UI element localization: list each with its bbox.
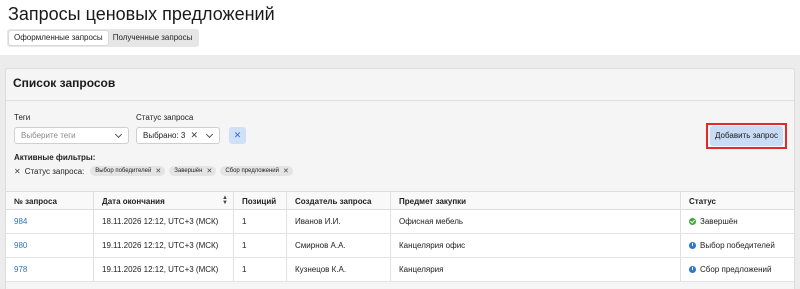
chip-label: Выбор победителей xyxy=(95,168,152,174)
creator-cell: Иванов И.И. xyxy=(286,210,390,233)
status-cell: Завершён xyxy=(680,210,794,233)
clear-filters-button[interactable]: ✕ xyxy=(229,127,246,144)
clock-icon xyxy=(689,242,696,249)
close-icon[interactable]: ✕ xyxy=(206,167,212,175)
column-header-end-date-label: Дата окончания xyxy=(102,197,165,206)
sort-icon[interactable]: ▲ ▼ xyxy=(222,195,228,206)
filter-chip[interactable]: Сбор предложений ✕ xyxy=(220,166,293,176)
close-icon: ✕ xyxy=(233,130,242,140)
request-number-link[interactable]: 984 xyxy=(6,210,93,233)
subject-cell: Офисная мебель xyxy=(390,210,680,233)
chevron-down-icon xyxy=(205,130,214,139)
table-row[interactable]: 980 19.11.2026 12:12, UTC+3 (МСК) 1 Смир… xyxy=(6,234,794,258)
divider xyxy=(6,100,794,101)
chip-label: Завершён xyxy=(174,168,203,174)
request-number-link[interactable]: 980 xyxy=(6,234,93,257)
tags-label: Теги xyxy=(14,113,31,122)
add-request-button[interactable]: Добавить запрос xyxy=(710,126,783,146)
active-filters-row: ✕ Статус запроса: Выбор победителей ✕ Зав… xyxy=(14,166,297,176)
request-number-link[interactable]: 978 xyxy=(6,258,93,281)
end-date-cell: 18.11.2026 12:12, UTC+3 (МСК) xyxy=(93,210,233,233)
status-label: Статус запроса xyxy=(136,113,194,122)
status-text: Выбор победителей xyxy=(700,241,775,250)
tab-received-requests[interactable]: Полученные запросы xyxy=(108,31,198,45)
filter-chip[interactable]: Завершён ✕ xyxy=(169,166,217,176)
column-header-number[interactable]: № запроса xyxy=(6,192,93,209)
tabs: Оформленные запросы Полученные запросы xyxy=(7,29,200,47)
positions-cell: 1 xyxy=(233,234,286,257)
subject-cell: Канцелярия xyxy=(390,258,680,281)
positions-cell: 1 xyxy=(233,210,286,233)
requests-table: № запроса Дата окончания ▲ ▼ Позиций Созда… xyxy=(6,191,794,282)
column-header-end-date[interactable]: Дата окончания ▲ ▼ xyxy=(93,192,233,209)
page-title: Запросы ценовых предложений xyxy=(8,4,275,24)
filter-chip[interactable]: Выбор победителей ✕ xyxy=(90,166,166,176)
check-circle-icon xyxy=(689,218,696,225)
end-date-cell: 19.11.2026 12:12, UTC+3 (МСК) xyxy=(93,258,233,281)
chevron-down-icon xyxy=(114,130,123,139)
clock-icon xyxy=(689,266,696,273)
status-text: Завершён xyxy=(700,217,738,226)
table-header: № запроса Дата окончания ▲ ▼ Позиций Созда… xyxy=(6,191,794,210)
table-row[interactable]: 978 19.11.2026 12:12, UTC+3 (МСК) 1 Кузн… xyxy=(6,258,794,282)
creator-cell: Кузнецов К.А. xyxy=(286,258,390,281)
table-row[interactable]: 984 18.11.2026 12:12, UTC+3 (МСК) 1 Иван… xyxy=(6,210,794,234)
card-title: Список запросов xyxy=(13,76,116,90)
clear-selection-icon[interactable]: ✕ xyxy=(190,131,198,140)
column-header-creator[interactable]: Создатель запроса xyxy=(286,192,390,209)
active-filters-title: Активные фильтры: xyxy=(14,153,96,162)
status-select[interactable]: Выбрано: 3 ✕ xyxy=(136,127,220,144)
column-header-subject[interactable]: Предмет закупки xyxy=(390,192,680,209)
tab-submitted-requests[interactable]: Оформленные запросы xyxy=(9,31,108,45)
positions-cell: 1 xyxy=(233,258,286,281)
status-select-value: Выбрано: 3 xyxy=(143,131,186,140)
column-header-status[interactable]: Статус xyxy=(680,192,794,209)
subject-cell: Канцелярия офис xyxy=(390,234,680,257)
status-text: Сбор предложений xyxy=(700,265,772,274)
close-icon[interactable]: ✕ xyxy=(155,167,161,175)
active-filter-label: Статус запроса: xyxy=(24,166,85,176)
remove-filter-icon[interactable]: ✕ xyxy=(14,167,21,176)
chip-label: Сбор предложений xyxy=(225,168,279,174)
column-header-positions[interactable]: Позиций xyxy=(233,192,286,209)
tags-placeholder: Выберите теги xyxy=(21,131,76,140)
close-icon[interactable]: ✕ xyxy=(283,167,289,175)
end-date-cell: 19.11.2026 12:12, UTC+3 (МСК) xyxy=(93,234,233,257)
tags-select[interactable]: Выберите теги xyxy=(14,127,129,144)
status-cell: Выбор победителей xyxy=(680,234,794,257)
creator-cell: Смирнов А.А. xyxy=(286,234,390,257)
status-cell: Сбор предложений xyxy=(680,258,794,281)
requests-card: Список запросов Теги Выберите теги Стату… xyxy=(5,68,795,289)
